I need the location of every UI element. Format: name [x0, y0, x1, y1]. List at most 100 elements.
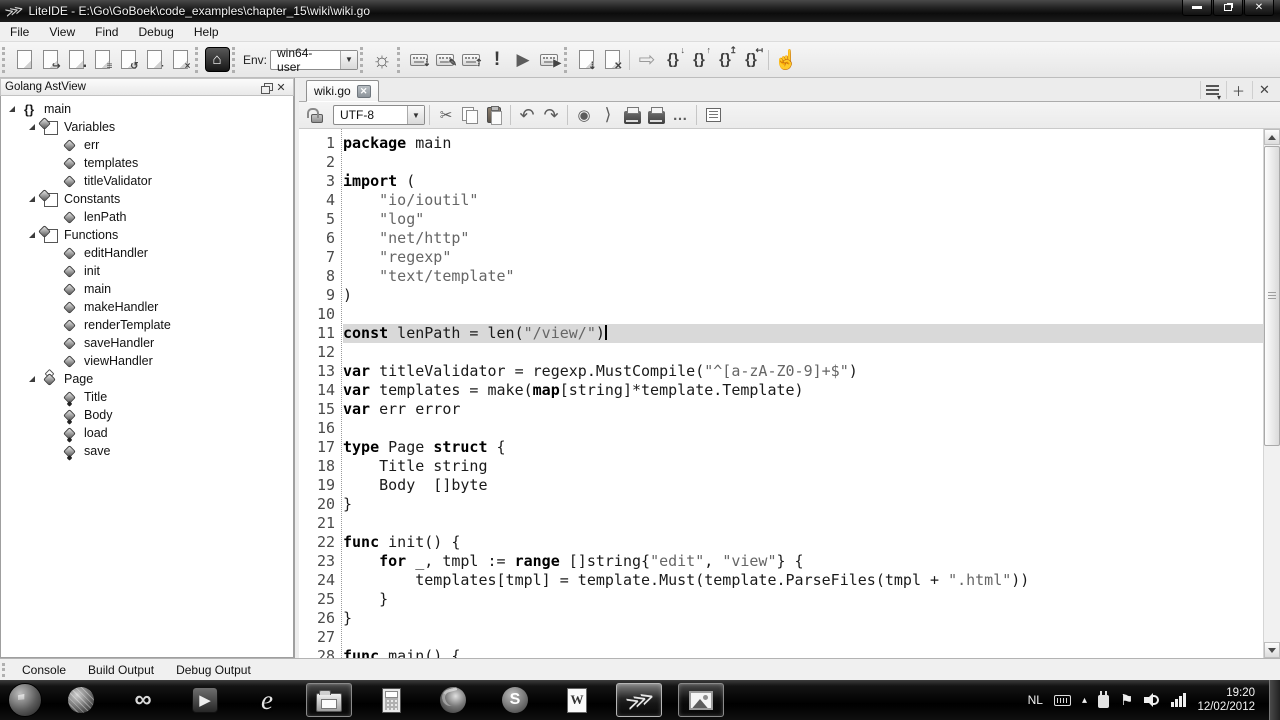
- close-panel-button[interactable]: ✕: [273, 80, 289, 94]
- code-line[interactable]: import (: [343, 172, 1263, 191]
- env-select[interactable]: win64-user▼: [270, 50, 358, 70]
- code-line[interactable]: "text/template": [343, 267, 1263, 286]
- taskbar-app-calculator[interactable]: [368, 683, 414, 717]
- copy-button[interactable]: [458, 104, 482, 126]
- tree-item-makehandler[interactable]: makeHandler: [1, 298, 293, 316]
- tree-item-templates[interactable]: templates: [1, 154, 293, 172]
- code-line[interactable]: "net/http": [343, 229, 1263, 248]
- network-icon[interactable]: [1171, 693, 1186, 707]
- install-button[interactable]: ✎: [432, 47, 458, 73]
- code-line[interactable]: [343, 514, 1263, 533]
- show-desktop-button[interactable]: [1269, 680, 1280, 720]
- code-line[interactable]: "log": [343, 210, 1263, 229]
- scrollbar-thumb[interactable]: [1264, 146, 1280, 446]
- menu-view[interactable]: View: [39, 23, 85, 41]
- tree-item-constants[interactable]: Constants: [1, 190, 293, 208]
- tree-item-main[interactable]: {}main: [1, 100, 293, 118]
- code-line[interactable]: for _, tmpl := range []string{"edit", "v…: [343, 552, 1263, 571]
- format-button[interactable]: ⟩: [596, 104, 620, 126]
- pan-button[interactable]: ☝: [773, 47, 799, 73]
- reload-file-button[interactable]: ↺: [115, 47, 141, 73]
- language-indicator[interactable]: NL: [1028, 693, 1043, 707]
- code-line[interactable]: Body []byte: [343, 476, 1263, 495]
- code-line[interactable]: [343, 153, 1263, 172]
- minimize-button[interactable]: [1182, 0, 1212, 16]
- lock-button[interactable]: [305, 104, 329, 126]
- save-file-button[interactable]: ▪: [63, 47, 89, 73]
- build-and-run-button[interactable]: ▶: [536, 47, 562, 73]
- close-tab-button[interactable]: ✕: [1252, 81, 1276, 99]
- taskbar-app-firefox[interactable]: [430, 683, 476, 717]
- taskbar-app-skype[interactable]: S: [492, 683, 538, 717]
- tree-item-body[interactable]: Body: [1, 406, 293, 424]
- build-button[interactable]: ⇣: [406, 47, 432, 73]
- code-line[interactable]: [343, 305, 1263, 324]
- taskbar-app-media-player[interactable]: ▶: [182, 683, 228, 717]
- code-line[interactable]: }: [343, 495, 1263, 514]
- tree-item-edithandler[interactable]: editHandler: [1, 244, 293, 262]
- tree-item-title[interactable]: Title: [1, 388, 293, 406]
- menu-debug[interactable]: Debug: [128, 23, 183, 41]
- doc-close-button[interactable]: ✕: [599, 47, 625, 73]
- restore-button[interactable]: [1213, 0, 1243, 16]
- close-all-button[interactable]: ×: [167, 47, 193, 73]
- fold-top-button[interactable]: {}↥: [712, 47, 738, 73]
- fold-down-button[interactable]: {}↓: [660, 47, 686, 73]
- paste-button[interactable]: [482, 104, 506, 126]
- tree-item-rendertemplate[interactable]: renderTemplate: [1, 316, 293, 334]
- clock[interactable]: 19:2012/02/2012: [1197, 686, 1255, 714]
- print-preview-button[interactable]: [644, 104, 668, 126]
- code-line[interactable]: }: [343, 609, 1263, 628]
- new-file-button[interactable]: [11, 47, 37, 73]
- float-panel-button[interactable]: [257, 80, 273, 94]
- output-tab-console[interactable]: Console: [11, 663, 77, 677]
- expand-caret-icon[interactable]: [29, 124, 35, 130]
- expand-caret-icon[interactable]: [29, 376, 35, 382]
- code-line[interactable]: func main() {: [343, 647, 1263, 658]
- taskbar-app-liteide[interactable]: ⋙: [616, 683, 662, 717]
- print-button[interactable]: [620, 104, 644, 126]
- options-button[interactable]: ☼: [369, 47, 395, 73]
- tree-item-main[interactable]: main: [1, 280, 293, 298]
- taskbar-app-word[interactable]: W: [554, 683, 600, 717]
- code-line[interactable]: var titleValidator = regexp.MustCompile(…: [343, 362, 1263, 381]
- tab-list-button[interactable]: [1200, 81, 1224, 99]
- undo-button[interactable]: ↶: [515, 104, 539, 126]
- doc-down-arrow-button[interactable]: ⇣: [573, 47, 599, 73]
- scroll-down-button[interactable]: [1264, 642, 1280, 658]
- code-line[interactable]: templates[tmpl] = template.Must(template…: [343, 571, 1263, 590]
- code-line[interactable]: ): [343, 286, 1263, 305]
- open-file-button[interactable]: ↪: [37, 47, 63, 73]
- power-icon[interactable]: [1098, 695, 1109, 708]
- tree-item-viewhandler[interactable]: viewHandler: [1, 352, 293, 370]
- tab-close-icon[interactable]: ✕: [357, 85, 371, 98]
- code-line[interactable]: func init() {: [343, 533, 1263, 552]
- expand-caret-icon[interactable]: [9, 106, 15, 112]
- close-file-button[interactable]: ·: [141, 47, 167, 73]
- code-line[interactable]: [343, 419, 1263, 438]
- tree-item-err[interactable]: err: [1, 136, 293, 154]
- encoding-select[interactable]: UTF-8 ▼: [333, 105, 425, 125]
- code-line[interactable]: const lenPath = len("/view/"): [343, 324, 1263, 343]
- taskbar-app-photo-viewer[interactable]: [678, 683, 724, 717]
- keyboard-icon[interactable]: [1054, 695, 1071, 706]
- expand-caret-icon[interactable]: [29, 196, 35, 202]
- expand-caret-icon[interactable]: [29, 232, 35, 238]
- tree-item-page[interactable]: Page: [1, 370, 293, 388]
- taskbar-app-windows-explorer[interactable]: [306, 683, 352, 717]
- code-line[interactable]: [343, 343, 1263, 362]
- test-button[interactable]: ⇡: [458, 47, 484, 73]
- code-line[interactable]: var templates = make(map[string]*templat…: [343, 381, 1263, 400]
- redo-button[interactable]: ↷: [539, 104, 563, 126]
- tree-item-titlevalidator[interactable]: titleValidator: [1, 172, 293, 190]
- fold-up-button[interactable]: {}↑: [686, 47, 712, 73]
- home-button[interactable]: ⌂: [204, 47, 230, 73]
- taskbar-app-internet-explorer[interactable]: e: [244, 683, 290, 717]
- more-button[interactable]: …: [668, 104, 692, 126]
- record-button[interactable]: ◉: [572, 104, 596, 126]
- close-button[interactable]: ✕: [1244, 0, 1274, 16]
- code-line[interactable]: "regexp": [343, 248, 1263, 267]
- run-button[interactable]: ▶: [510, 47, 536, 73]
- check-error-button[interactable]: !: [484, 47, 510, 73]
- tree-item-load[interactable]: load: [1, 424, 293, 442]
